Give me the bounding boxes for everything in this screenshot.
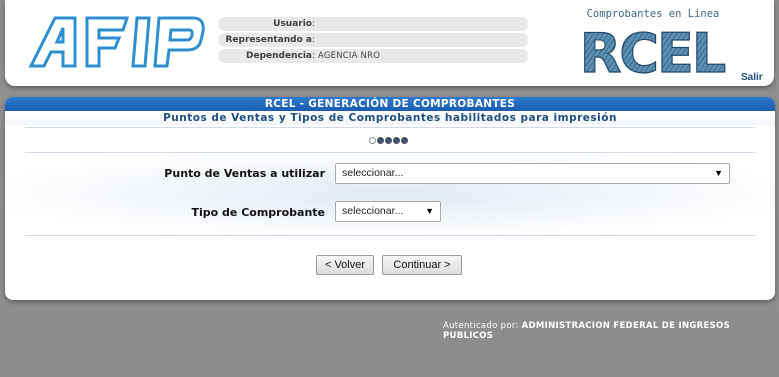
- rcel-logo: Comprobantes en Linea RCEL: [573, 8, 733, 78]
- continuar-button[interactable]: Continuar >: [382, 255, 462, 275]
- rcel-logo-text: RCEL: [580, 22, 725, 78]
- tipo-comprobante-value: seleccionar...: [342, 205, 404, 217]
- page-subtitle: Puntos de Ventas y Tipos de Comprobantes…: [5, 111, 775, 125]
- volver-button[interactable]: < Volver: [316, 255, 374, 275]
- salir-link[interactable]: Salir: [741, 72, 763, 83]
- punto-de-ventas-label: Punto de Ventas a utilizar: [164, 167, 325, 180]
- step-dot: [385, 136, 392, 144]
- afip-logo: [28, 16, 205, 68]
- form-area: Punto de Ventas a utilizar seleccionar..…: [5, 153, 775, 235]
- step-dot: [401, 136, 408, 144]
- step-indicator: [369, 135, 408, 145]
- header-panel: Usuario : Representando a : Dependencia …: [5, 0, 774, 86]
- step-dot: [377, 136, 384, 144]
- dependencia-label: Dependencia: [246, 51, 312, 61]
- main-panel: RCEL - GENERACIÓN DE COMPROBANTES Puntos…: [5, 97, 775, 300]
- dependencia-value: AGENCIA NRO: [318, 51, 381, 61]
- page-title: RCEL - GENERACIÓN DE COMPROBANTES: [5, 97, 775, 111]
- tipo-comprobante-label: Tipo de Comprobante: [191, 206, 326, 219]
- divider: [25, 127, 755, 128]
- dropdown-arrow-icon: ▼: [425, 206, 434, 216]
- punto-de-ventas-select[interactable]: seleccionar... ▼: [335, 163, 730, 184]
- footer: Autenticado por: ADMINISTRACION FEDERAL …: [443, 321, 779, 341]
- auth-label: Autenticado por:: [443, 321, 519, 331]
- usuario-label: Usuario: [273, 19, 312, 29]
- user-row-representando: Representando a :: [218, 33, 528, 47]
- rcel-tagline: Comprobantes en Linea: [586, 8, 720, 20]
- rcel-logo-graphic: RCEL: [579, 22, 727, 78]
- user-info-box: Usuario : Representando a : Dependencia …: [218, 17, 528, 65]
- punto-de-ventas-value: seleccionar...: [342, 167, 404, 179]
- dropdown-arrow-icon: ▼: [714, 168, 723, 178]
- representando-label: Representando a: [225, 35, 312, 45]
- step-dot-current: [369, 136, 376, 144]
- tipo-comprobante-select[interactable]: seleccionar... ▼: [335, 201, 441, 222]
- user-row-usuario: Usuario :: [218, 17, 528, 31]
- step-dot: [393, 136, 400, 144]
- divider: [25, 235, 755, 236]
- user-row-dependencia: Dependencia : AGENCIA NRO: [218, 49, 528, 63]
